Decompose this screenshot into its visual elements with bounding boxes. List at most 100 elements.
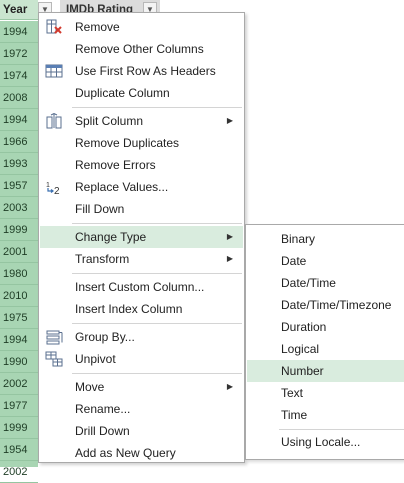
menu-separator <box>72 273 242 274</box>
menu-item-label: Duplicate Column <box>75 86 170 100</box>
menu-item-duplicate-column[interactable]: Duplicate Column <box>40 82 243 104</box>
menu-separator <box>72 107 242 108</box>
menu-separator <box>72 373 242 374</box>
submenu-item-binary[interactable]: Binary <box>247 228 404 250</box>
year-cell[interactable]: 1980 <box>0 263 38 285</box>
menu-item-use-first-row-as-headers[interactable]: Use First Row As Headers <box>40 60 243 82</box>
submenu-item-label: Number <box>281 364 324 378</box>
year-cell[interactable]: 2003 <box>0 197 38 219</box>
year-cell[interactable]: 1994 <box>0 109 38 131</box>
submenu-item-label: Date/Time/Timezone <box>281 298 392 312</box>
year-cell[interactable]: 1954 <box>0 439 38 461</box>
year-header-label: Year <box>3 4 28 16</box>
replace-icon-digit: 2 <box>54 186 60 195</box>
submenu-item-logical[interactable]: Logical <box>247 338 404 360</box>
year-cell[interactable]: 2008 <box>0 87 38 109</box>
year-cell[interactable]: 1977 <box>0 395 38 417</box>
submenu-item-date-time[interactable]: Date/Time <box>247 272 404 294</box>
year-cell[interactable]: 2010 <box>0 285 38 307</box>
menu-item-label: Unpivot <box>75 352 116 366</box>
menu-item-label: Add as New Query <box>75 446 176 460</box>
menu-item-label: Split Column <box>75 114 144 128</box>
year-cell[interactable]: 1966 <box>0 131 38 153</box>
menu-item-add-as-new-query[interactable]: Add as New Query <box>40 442 243 464</box>
submenu-item-time[interactable]: Time <box>247 404 404 426</box>
menu-item-label: Move <box>75 380 105 394</box>
remove-column-icon <box>46 19 62 34</box>
menu-item-label: Replace Values... <box>75 180 169 194</box>
menu-item-replace-values[interactable]: 1 2 Replace Values... <box>40 176 243 198</box>
submenu-item-label: Duration <box>281 320 327 334</box>
unpivot-icon <box>45 351 63 367</box>
submenu-item-label: Binary <box>281 232 316 246</box>
menu-item-label: Fill Down <box>75 202 125 216</box>
menu-item-label: Remove Duplicates <box>75 136 180 150</box>
submenu-arrow-icon: ▶ <box>226 232 233 241</box>
menu-item-transform[interactable]: Transform ▶ <box>40 248 243 270</box>
menu-item-label: Remove Errors <box>75 158 156 172</box>
menu-item-remove-other-columns[interactable]: Remove Other Columns <box>40 38 243 60</box>
replace-values-icon: 1 2 <box>46 182 60 195</box>
menu-item-unpivot[interactable]: Unpivot <box>40 348 243 370</box>
submenu-item-label: Using Locale... <box>281 435 361 449</box>
submenu-separator <box>279 429 404 430</box>
split-column-icon <box>46 113 62 129</box>
year-cell[interactable]: 1957 <box>0 175 38 197</box>
year-cell[interactable]: 1994 <box>0 329 38 351</box>
year-cell[interactable]: 1999 <box>0 219 38 241</box>
menu-separator <box>72 223 242 224</box>
column-context-menu: Remove Remove Other Columns Use First Ro… <box>38 12 245 463</box>
svg-text:1: 1 <box>46 182 50 189</box>
year-column-header[interactable]: Year <box>0 0 38 20</box>
menu-item-move[interactable]: Move ▶ <box>40 376 243 398</box>
menu-item-remove[interactable]: Remove <box>40 16 243 38</box>
submenu-arrow-icon: ▶ <box>226 382 233 391</box>
menu-item-rename[interactable]: Rename... <box>40 398 243 420</box>
submenu-item-label: Time <box>281 408 308 422</box>
year-cell[interactable]: 1990 <box>0 351 38 373</box>
change-type-submenu: Binary Date Date/Time Date/Time/Timezone… <box>245 224 404 460</box>
submenu-item-label: Date/Time <box>281 276 336 290</box>
submenu-arrow-icon: ▶ <box>226 116 233 125</box>
group-by-icon <box>46 330 63 345</box>
menu-item-fill-down[interactable]: Fill Down <box>40 198 243 220</box>
year-cell[interactable]: 1994 <box>0 21 38 43</box>
year-cell[interactable]: 1974 <box>0 65 38 87</box>
year-cell[interactable]: 2001 <box>0 241 38 263</box>
submenu-item-duration[interactable]: Duration <box>247 316 404 338</box>
menu-item-change-type[interactable]: Change Type ▶ <box>40 226 243 248</box>
menu-item-drill-down[interactable]: Drill Down <box>40 420 243 442</box>
submenu-item-label: Text <box>281 386 304 400</box>
menu-item-label: Insert Custom Column... <box>75 280 205 294</box>
submenu-arrow-icon: ▶ <box>226 254 233 263</box>
submenu-item-using-locale[interactable]: Using Locale... <box>247 431 404 453</box>
menu-item-label: Transform <box>75 252 130 266</box>
menu-item-label: Remove <box>75 20 120 34</box>
menu-item-remove-errors[interactable]: Remove Errors <box>40 154 243 176</box>
menu-item-insert-index-column[interactable]: Insert Index Column <box>40 298 243 320</box>
menu-item-label: Rename... <box>75 402 131 416</box>
menu-item-split-column[interactable]: Split Column ▶ <box>40 110 243 132</box>
year-cell[interactable]: 2002 <box>0 461 38 483</box>
year-cell[interactable]: 1993 <box>0 153 38 175</box>
menu-item-insert-custom-column[interactable]: Insert Custom Column... <box>40 276 243 298</box>
menu-item-label: Insert Index Column <box>75 302 183 316</box>
table-headers-icon <box>45 64 63 78</box>
year-cell[interactable]: 1999 <box>0 417 38 439</box>
year-column: 1994 1972 1974 2008 1994 1966 1993 1957 … <box>0 21 38 483</box>
submenu-item-date-time-timezone[interactable]: Date/Time/Timezone <box>247 294 404 316</box>
menu-item-group-by[interactable]: Group By... <box>40 326 243 348</box>
menu-separator <box>72 323 242 324</box>
submenu-item-label: Logical <box>281 342 320 356</box>
menu-item-label: Drill Down <box>75 424 130 438</box>
submenu-item-text[interactable]: Text <box>247 382 404 404</box>
year-cell[interactable]: 1972 <box>0 43 38 65</box>
year-cell[interactable]: 2002 <box>0 373 38 395</box>
menu-item-remove-duplicates[interactable]: Remove Duplicates <box>40 132 243 154</box>
submenu-item-label: Date <box>281 254 307 268</box>
menu-item-label: Change Type <box>75 230 147 244</box>
year-cell[interactable]: 1975 <box>0 307 38 329</box>
submenu-item-number[interactable]: Number <box>247 360 404 382</box>
submenu-item-date[interactable]: Date <box>247 250 404 272</box>
menu-item-label: Use First Row As Headers <box>75 64 216 78</box>
